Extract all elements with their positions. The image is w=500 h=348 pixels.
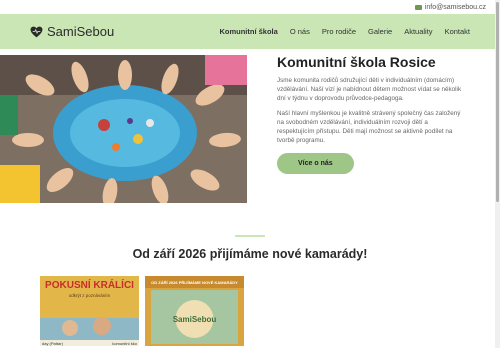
poster-footer-left: day (Pattar) — [42, 341, 64, 346]
announcement-headline: Od září 2026 přijímáme nové kamarády! — [132, 247, 368, 261]
hero-content: Komunitní škola Rosice Jsme komunita rod… — [247, 54, 500, 205]
envelope-icon — [414, 4, 422, 10]
nav-pro-rodice[interactable]: Pro rodiče — [322, 27, 356, 36]
poster-card-pokusni-kralici[interactable]: POKUSNÍ KRÁLÍCI odkrýt z poznáváním day … — [40, 276, 139, 346]
nav-aktuality[interactable]: Aktuality — [404, 27, 432, 36]
poster-subtitle: odkrýt z poznáváním — [69, 293, 111, 298]
menu: Komunitní škola O nás Pro rodiče Galerie… — [219, 27, 470, 36]
hero-section: Komunitní škola Rosice Jsme komunita rod… — [0, 54, 500, 205]
section-divider — [235, 235, 265, 237]
poster-cards: POKUSNÍ KRÁLÍCI odkrýt z poznáváním day … — [40, 276, 500, 346]
poster-title: POKUSNÍ KRÁLÍCI — [45, 278, 134, 291]
poster-top-text: OD ZÁŘÍ 2026 PŘIJÍMÁME NOVÉ KAMARÁDY — [151, 280, 238, 285]
poster-card-samisebou[interactable]: OD ZÁŘÍ 2026 PŘIJÍMÁME NOVÉ KAMARÁDY Sam… — [145, 276, 244, 346]
nav-komunitni-skola[interactable]: Komunitní škola — [219, 27, 277, 36]
children-hands-image — [0, 55, 247, 203]
page: info@samisebou.cz SamiSebou Komunitní šk… — [0, 0, 500, 348]
brand-name: SamiSebou — [47, 24, 115, 39]
site-logo[interactable]: SamiSebou — [30, 24, 114, 39]
heart-icon — [30, 26, 43, 37]
nav-kontakt[interactable]: Kontakt — [445, 27, 470, 36]
top-bar: info@samisebou.cz — [0, 0, 500, 14]
page-title: Komunitní škola Rosice — [277, 54, 436, 70]
vision-paragraph: Naší hlavní myšlenkou je kvalitně stráve… — [277, 110, 461, 144]
nav-o-nas[interactable]: O nás — [290, 27, 310, 36]
page-scrollbar[interactable] — [495, 0, 500, 348]
poster-image: POKUSNÍ KRÁLÍCI odkrýt z poznáváním day … — [40, 276, 139, 346]
nav-galerie[interactable]: Galerie — [368, 27, 392, 36]
poster-logo-text: SamiSebou — [173, 315, 217, 324]
hero-photo — [0, 55, 247, 203]
scrollbar-thumb[interactable] — [496, 2, 499, 202]
intro-paragraph: Jsme komunita rodičů sdružující děti v i… — [277, 77, 462, 102]
contact-email-link[interactable]: info@samisebou.cz — [425, 4, 486, 11]
more-about-us-button[interactable]: Více o nás — [277, 153, 354, 174]
poster-image: OD ZÁŘÍ 2026 PŘIJÍMÁME NOVÉ KAMARÁDY Sam… — [145, 276, 244, 346]
poster-footer-right: komunitní ško — [112, 341, 137, 346]
main-navigation: SamiSebou Komunitní škola O nás Pro rodi… — [0, 14, 500, 49]
